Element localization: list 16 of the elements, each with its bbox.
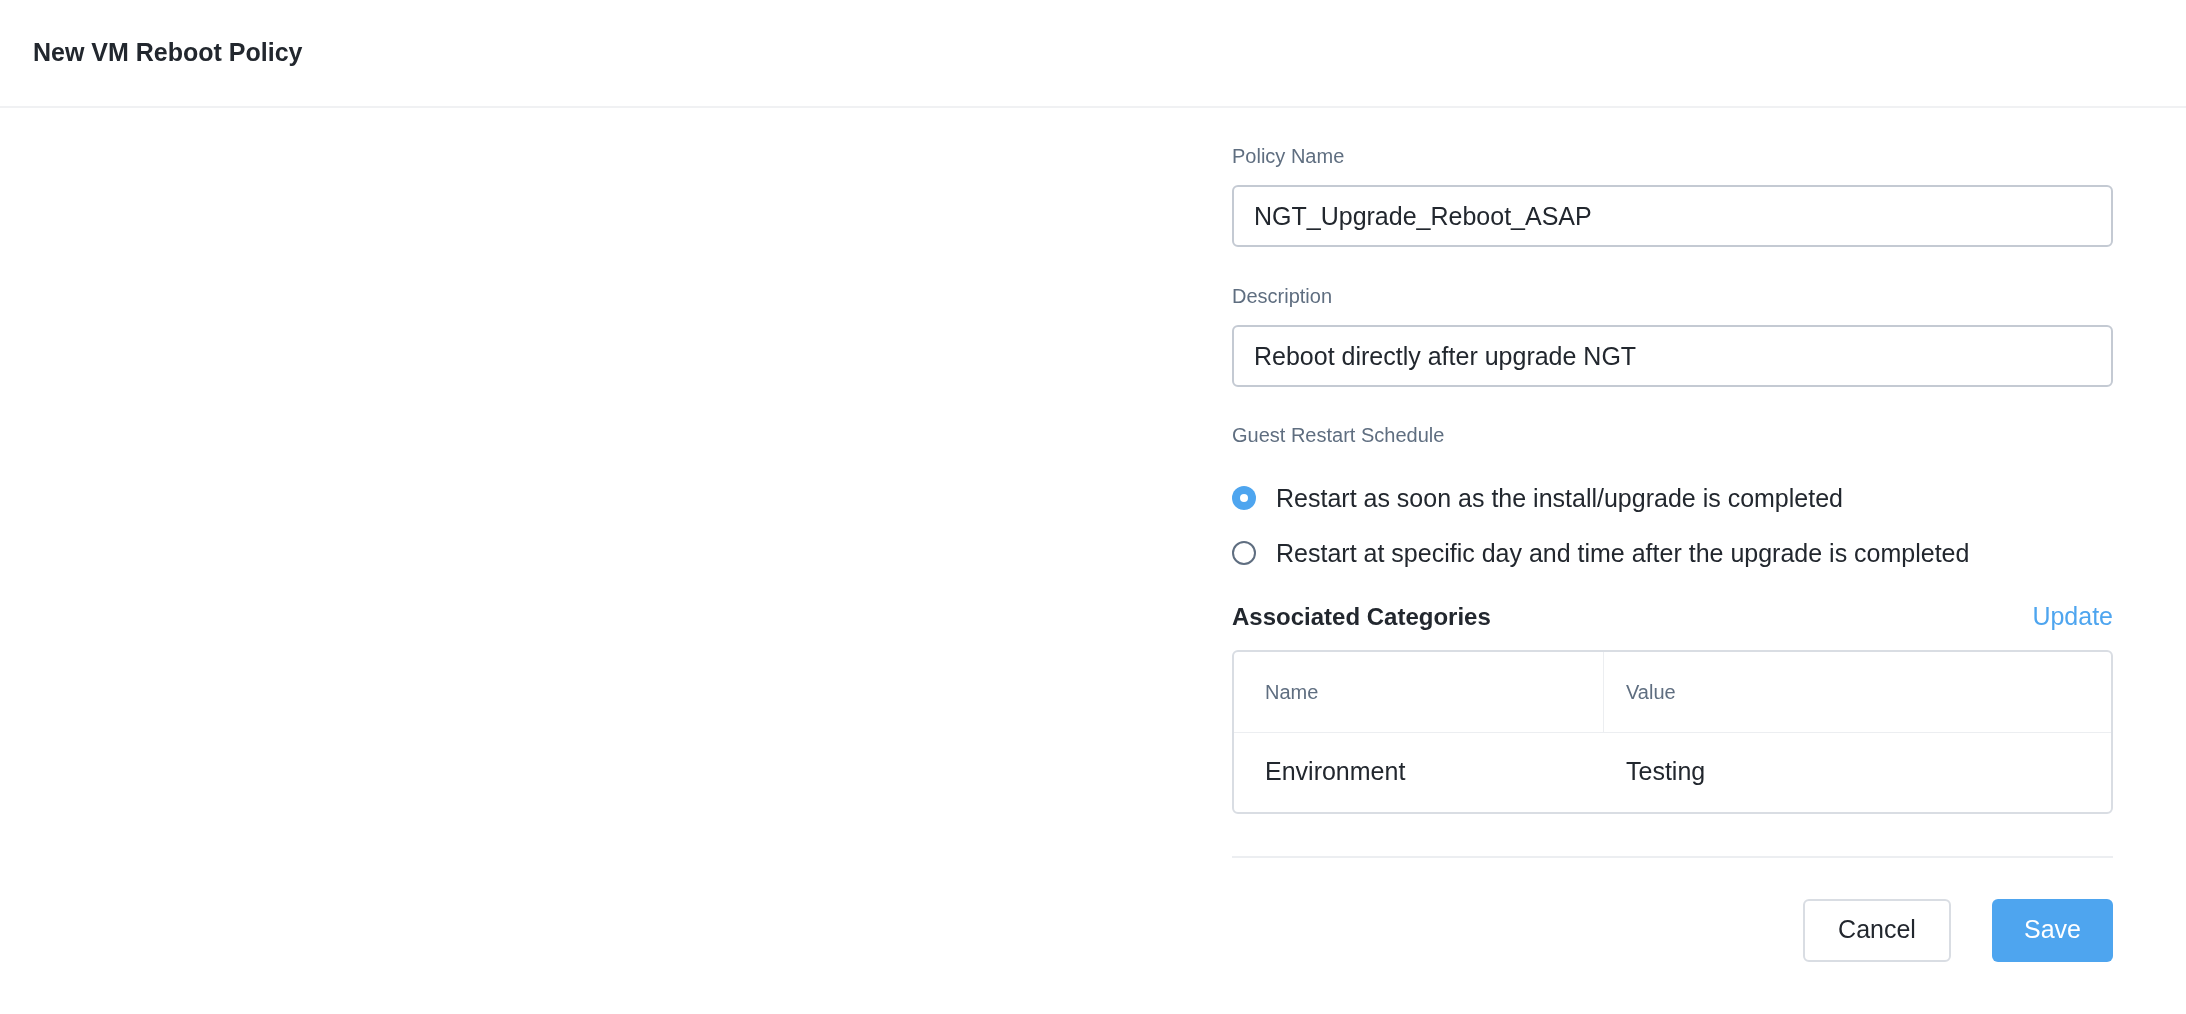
section-title: Associated Categories bbox=[1232, 601, 1491, 632]
cancel-button[interactable]: Cancel bbox=[1803, 898, 1951, 962]
field-label: Description bbox=[1232, 284, 1334, 308]
column-header: Name bbox=[1234, 651, 1604, 732]
table-cell-text: Environment bbox=[1264, 756, 1407, 788]
radio-option[interactable]: Restart at specific day and time after the upgrade is completed bbox=[1232, 538, 2113, 568]
table-cell-text: Testing bbox=[1625, 756, 1707, 788]
field-label: Guest Restart Schedule bbox=[1232, 423, 1446, 447]
field-label: Policy Name bbox=[1232, 144, 1346, 168]
text-input[interactable]: NGT_Upgrade_Reboot_ASAP bbox=[1232, 185, 2113, 247]
text-input[interactable]: Reboot directly after upgrade NGT bbox=[1232, 325, 2113, 387]
radio-button[interactable] bbox=[1232, 541, 1256, 565]
radio-option[interactable]: Restart as soon as the install/upgrade is completed bbox=[1232, 483, 2113, 513]
dialog-title: New VM Reboot Policy bbox=[33, 37, 303, 69]
column-header: Value bbox=[1625, 679, 1677, 705]
radio-button[interactable] bbox=[1232, 486, 1256, 510]
